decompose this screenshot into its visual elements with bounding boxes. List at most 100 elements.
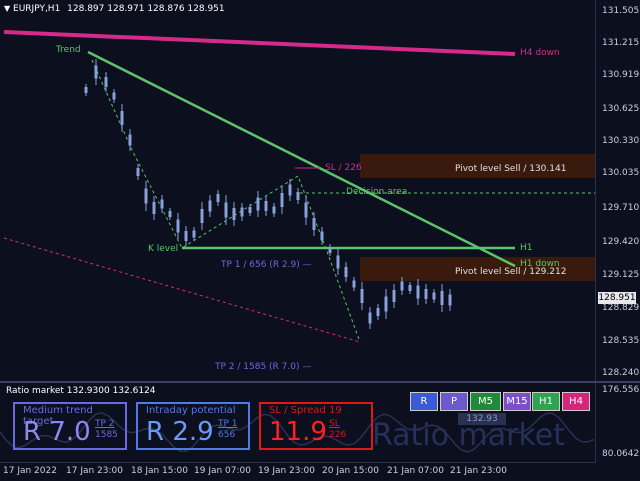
candle-body xyxy=(336,255,340,269)
subwindow-axis[interactable]: 176.5565 80.06425 xyxy=(595,383,640,462)
candle-body xyxy=(352,280,356,288)
price-tick: 131.215 xyxy=(602,38,640,48)
intraday-value: R 2.9 xyxy=(146,417,214,447)
sl-points: 226 xyxy=(329,430,347,440)
candle-body xyxy=(312,218,316,230)
intraday-title: Intraday potential xyxy=(146,405,236,416)
candle-body xyxy=(264,201,268,211)
sl-spread-title: SL / Spread 19 xyxy=(269,405,342,416)
candle-body xyxy=(232,208,236,220)
k-level-label: K level xyxy=(148,244,179,254)
candle-body xyxy=(432,292,436,300)
candle-body xyxy=(256,197,260,211)
price-tick: 129.710 xyxy=(602,203,640,213)
candle-body xyxy=(280,193,284,207)
sl-spread-panel: SL / Spread 19 11.9 SL 226 xyxy=(259,402,373,450)
medium-trend-value: R 7.0 xyxy=(23,417,91,447)
time-label: 21 Jan 23:00 xyxy=(450,466,507,476)
candle-body xyxy=(304,202,308,218)
intraday-tp-label: TP 1 xyxy=(218,419,238,429)
ratio-watermark: Ratio market xyxy=(372,418,566,453)
candle-body xyxy=(400,281,404,291)
tp1-label: TP 1 / 656 (R 2.9) — xyxy=(221,260,312,270)
candle-body xyxy=(240,207,244,217)
candle-body xyxy=(128,134,132,146)
candle-body xyxy=(112,92,116,100)
candle-body xyxy=(288,184,292,196)
sub-axis-bottom: 80.06425 xyxy=(602,449,640,459)
sl-label: SL / 226 xyxy=(325,163,362,173)
timeframe-button-h1[interactable]: H1 xyxy=(532,392,560,411)
candle-body xyxy=(392,290,396,302)
price-tick: 129.420 xyxy=(602,237,640,247)
price-tick: 130.330 xyxy=(602,136,640,146)
pivot-sell-label-lower: Pivot level Sell / 129.212 xyxy=(455,267,567,277)
candle-body xyxy=(448,294,452,306)
candle-body xyxy=(192,230,196,238)
candle-body xyxy=(360,289,364,303)
candle-body xyxy=(216,194,220,202)
time-label: 20 Jan 15:00 xyxy=(322,466,379,476)
candle-body xyxy=(224,202,228,218)
candle-body xyxy=(144,188,148,204)
candle-body xyxy=(94,65,98,79)
time-label: 21 Jan 07:00 xyxy=(387,466,444,476)
time-label: 17 Jan 23:00 xyxy=(66,466,123,476)
time-label: 19 Jan 23:00 xyxy=(258,466,315,476)
intraday-panel: Intraday potential R 2.9 TP 1 656 xyxy=(136,402,250,450)
tp2-label: TP 2 / 1585 (R 7.0) — xyxy=(215,362,312,372)
candle-body xyxy=(184,231,188,241)
trend-label: Trend xyxy=(56,45,81,55)
timeframe-button-p[interactable]: P xyxy=(440,392,468,411)
timeframe-button-m5[interactable]: M5 xyxy=(470,392,501,411)
candle-body xyxy=(136,168,140,176)
medium-tp-label: TP 2 xyxy=(95,419,115,429)
time-label: 18 Jan 15:00 xyxy=(131,466,188,476)
price-chart[interactable] xyxy=(0,0,596,380)
intraday-tp: TP 1 656 xyxy=(218,419,238,441)
candle-body xyxy=(120,111,124,125)
time-label: 17 Jan 2022 xyxy=(3,466,57,476)
candle-body xyxy=(344,267,348,277)
price-tick: 130.035 xyxy=(602,168,640,178)
price-tick: 130.919 xyxy=(602,70,640,80)
price-tick: 128.829 xyxy=(602,303,640,313)
price-axis[interactable]: 131.505 131.215 130.919 130.625 130.330 130.0… xyxy=(595,0,640,382)
candle-body xyxy=(84,87,88,93)
h4-down-label: H4 down xyxy=(520,48,560,58)
decision-area-label: Decision area xyxy=(346,187,408,197)
candle-body xyxy=(152,202,156,214)
candle-body xyxy=(248,207,252,213)
candle-body xyxy=(208,200,212,212)
medium-tp-points: 1585 xyxy=(95,430,118,440)
lower-dashed-line xyxy=(3,237,361,343)
candle-body xyxy=(328,247,332,253)
price-tick: 128.240 xyxy=(602,368,640,378)
h1-label: H1 xyxy=(520,243,533,253)
timeframe-button-r[interactable]: R xyxy=(410,392,438,411)
candle-body xyxy=(440,291,444,305)
sl-label-small: SL xyxy=(329,419,340,429)
candle-body xyxy=(296,192,300,200)
timeframe-button-h4[interactable]: H4 xyxy=(562,392,590,411)
price-tick: 128.535 xyxy=(602,336,640,346)
candle-body xyxy=(408,285,412,291)
price-tick: 129.125 xyxy=(602,270,640,280)
sl-spread-value: 11.9 xyxy=(269,417,327,447)
candle-body xyxy=(272,206,276,214)
intraday-tp-points: 656 xyxy=(218,430,236,440)
price-tick: 131.505 xyxy=(602,6,640,16)
candle-body xyxy=(376,308,380,316)
price-tick: 130.625 xyxy=(602,104,640,114)
subwindow-title: Ratio market 132.9300 132.6124 xyxy=(6,386,156,396)
candle-body xyxy=(416,285,420,299)
medium-trend-panel: Medium trend target R 7.0 TP 2 1585 xyxy=(13,402,127,450)
timeframe-button-m15[interactable]: M15 xyxy=(503,392,531,411)
time-axis[interactable]: 17 Jan 2022 17 Jan 23:00 18 Jan 15:00 19 Ja… xyxy=(0,462,596,481)
candle-body xyxy=(424,289,428,299)
candle-body xyxy=(384,296,388,312)
sl-tp: SL 226 xyxy=(329,419,346,441)
candle-body xyxy=(176,219,180,233)
candle-body xyxy=(200,209,204,223)
candle-body xyxy=(168,211,172,217)
